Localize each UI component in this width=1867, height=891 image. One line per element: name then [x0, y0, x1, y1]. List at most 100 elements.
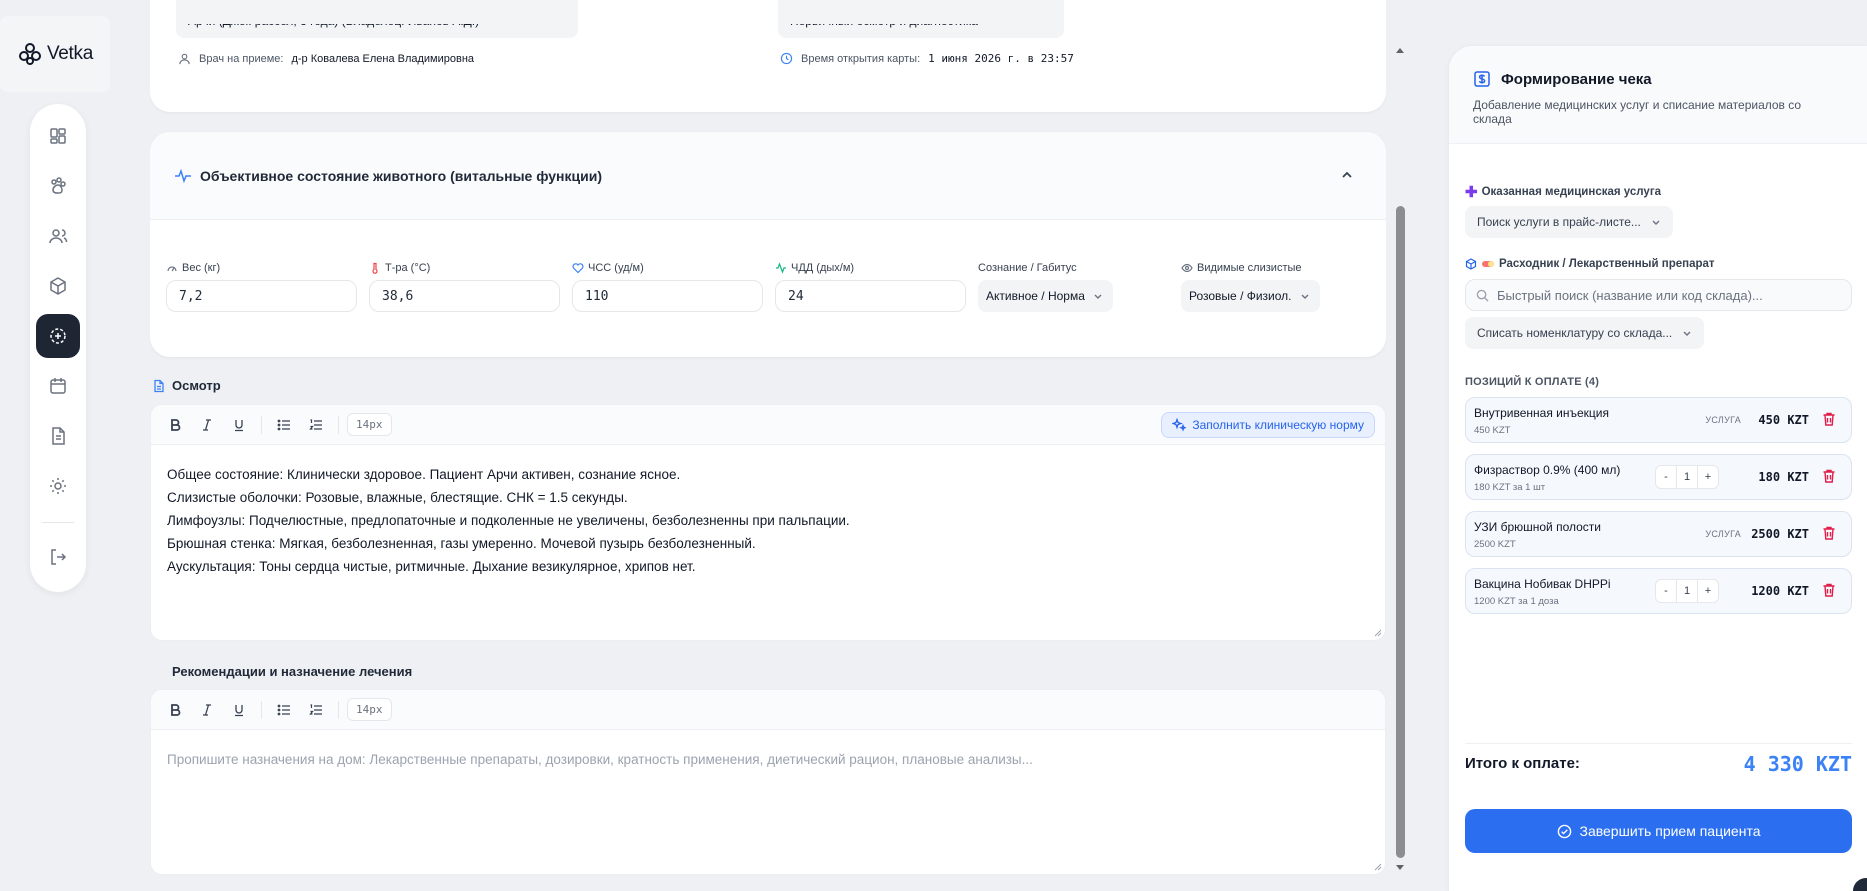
numbered-list-button[interactable]: [302, 696, 330, 724]
bold-button[interactable]: [161, 696, 189, 724]
exam-section-title: Осмотр: [152, 378, 221, 393]
nav-clients[interactable]: [36, 214, 80, 258]
plus-icon: ✚: [1465, 184, 1478, 201]
main-scrollbar[interactable]: [1393, 46, 1407, 874]
mucosa-select[interactable]: Розовые / Физиол.: [1181, 280, 1320, 312]
recommendations-placeholder: Пропишите назначения на дом: Лекарственн…: [167, 752, 1033, 767]
resize-handle-icon[interactable]: [1374, 863, 1382, 871]
nav-dashboard[interactable]: [36, 114, 80, 158]
clock-icon: [780, 52, 793, 65]
doctor-row: Врач на приеме: д-р Ковалева Елена Влади…: [178, 52, 474, 65]
font-size-select[interactable]: 14px: [347, 698, 392, 721]
nav-settings[interactable]: [36, 464, 80, 508]
nav-divider: [42, 522, 74, 523]
receipt-title: Формирование чека: [1501, 70, 1652, 88]
consumable-select[interactable]: Списать номенклатуру со склада...: [1465, 317, 1705, 349]
nav-appointment[interactable]: [36, 314, 80, 358]
hr-label: ЧСС (уд/м): [588, 262, 644, 274]
finish-appointment-button[interactable]: Завершить прием пациента: [1465, 809, 1852, 853]
increment-button[interactable]: +: [1698, 466, 1718, 488]
trash-icon[interactable]: [1821, 468, 1837, 484]
check-circle-icon: [1557, 824, 1571, 838]
italic-button[interactable]: [193, 411, 221, 439]
italic-icon: [203, 703, 211, 716]
heart-icon: [572, 263, 584, 274]
position-item: Вакцина Нобивак DHPPi 1200 KZT за 1 доза…: [1465, 568, 1852, 614]
italic-button[interactable]: [193, 696, 221, 724]
nav-logout[interactable]: [36, 535, 80, 579]
service-tag: УСЛУГА: [1705, 415, 1741, 425]
app-name: Vetka: [46, 43, 94, 64]
scroll-down-icon[interactable]: [1393, 864, 1407, 874]
underline-button[interactable]: [225, 411, 253, 439]
opened-row: Время открытия карты: 1 июня 2026 г. в 2…: [780, 52, 1074, 65]
main-content: Арчи (Джек-рассел, 3 года) (Владелец: Ив…: [150, 0, 1386, 891]
box-icon: [50, 277, 66, 295]
nav-inventory[interactable]: [36, 264, 80, 308]
vital-hr: ЧСС (уд/м) 110: [572, 262, 763, 312]
trash-icon[interactable]: [1821, 411, 1837, 427]
chevron-down-icon: [1683, 331, 1691, 336]
numbered-list-icon: [309, 418, 322, 430]
scroll-thumb[interactable]: [1396, 206, 1405, 858]
quantity-stepper: - 1 +: [1655, 465, 1719, 489]
consciousness-select[interactable]: Активное / Норма: [978, 280, 1113, 312]
bullet-list-button[interactable]: [270, 696, 298, 724]
recommendations-editor: 14px Пропишите назначения на дом: Лекарс…: [150, 689, 1386, 875]
package-icon: [1465, 258, 1477, 270]
pulse-icon: [175, 168, 191, 183]
bold-button[interactable]: [161, 411, 189, 439]
exam-line: Брюшная стенка: Мягкая, безболезненная, …: [167, 536, 756, 551]
underline-button[interactable]: [225, 696, 253, 724]
vitals-header[interactable]: Объективное состояние животного (витальн…: [150, 132, 1386, 220]
quantity-value[interactable]: 1: [1676, 466, 1698, 488]
rr-input[interactable]: 24: [775, 280, 966, 312]
dashboard-icon: [50, 128, 66, 144]
scroll-up-icon[interactable]: [1393, 46, 1407, 56]
floating-widget[interactable]: [1853, 878, 1867, 891]
exam-textarea[interactable]: Общее состояние: Клинически здоровое. Па…: [151, 445, 1385, 596]
gear-icon: [50, 478, 66, 494]
thermometer-icon: [372, 262, 378, 274]
recommendations-title: Рекомендации и назначение лечения: [172, 664, 413, 679]
quantity-value[interactable]: 1: [1676, 580, 1698, 602]
fill-norm-button[interactable]: Заполнить клиническую норму: [1161, 411, 1375, 438]
consumable-label: Расходник / Лекарственный препарат: [1465, 258, 1715, 270]
app-logo[interactable]: Vetka: [0, 16, 110, 92]
decrement-button[interactable]: -: [1656, 466, 1676, 488]
chevron-up-icon[interactable]: [1340, 168, 1354, 182]
recommendations-textarea[interactable]: Пропишите назначения на дом: Лекарственн…: [151, 730, 1385, 789]
rr-label: ЧДД (дых/м): [791, 262, 855, 274]
bullet-list-button[interactable]: [270, 411, 298, 439]
resize-handle-icon[interactable]: [1374, 629, 1382, 637]
numbered-list-button[interactable]: [302, 411, 330, 439]
document-icon: [52, 427, 65, 445]
service-select[interactable]: Поиск услуги в прайс-листе...: [1465, 206, 1673, 238]
trash-icon[interactable]: [1821, 525, 1837, 541]
nav-pets[interactable]: [36, 164, 80, 208]
patient-info-card: Арчи (Джек-рассел, 3 года) (Владелец: Ив…: [150, 0, 1386, 112]
bullet-list-icon: [277, 419, 290, 430]
consumable-search-input[interactable]: Быстрый поиск (название или код склада).…: [1465, 279, 1852, 311]
weight-input[interactable]: 7,2: [166, 280, 357, 312]
increment-button[interactable]: +: [1698, 580, 1718, 602]
trash-icon[interactable]: [1821, 582, 1837, 598]
total-value: 4 330 KZT: [1743, 751, 1852, 776]
service-tag: УСЛУГА: [1705, 529, 1741, 539]
decrement-button[interactable]: -: [1656, 580, 1676, 602]
hr-input[interactable]: 110: [572, 280, 763, 312]
nav-calendar[interactable]: [36, 364, 80, 408]
temp-input[interactable]: 38,6: [369, 280, 560, 312]
position-item: Внутривенная инъекция 450 KZT УСЛУГА 450…: [1465, 397, 1852, 443]
opened-value: 1 июня 2026 г. в 23:57: [928, 52, 1074, 65]
vitals-title: Объективное состояние животного (витальн…: [200, 167, 603, 184]
font-size-select[interactable]: 14px: [347, 413, 392, 436]
sparkles-icon: [1172, 417, 1187, 432]
user-icon: [179, 53, 190, 65]
vital-mucosa: Видимые слизистые Розовые / Физиол.: [1181, 262, 1372, 312]
temp-label: Т-ра (°C): [385, 262, 431, 274]
underline-icon: [235, 704, 243, 716]
sidebar-nav: [30, 104, 86, 592]
vital-consciousness: Сознание / Габитус Активное / Норма: [978, 262, 1169, 312]
nav-documents[interactable]: [36, 414, 80, 458]
